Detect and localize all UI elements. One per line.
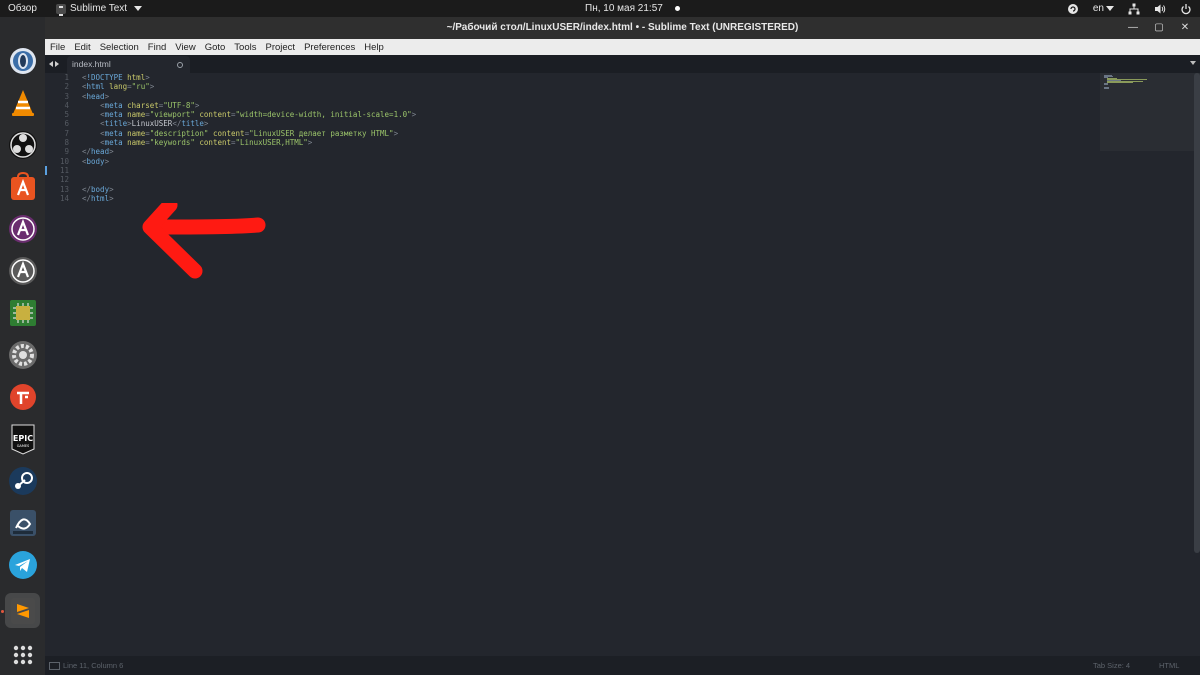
app-installer-icon[interactable]	[5, 211, 40, 246]
epic-games-icon[interactable]: EPIC GAMES	[5, 421, 40, 456]
menu-view[interactable]: View	[175, 42, 195, 53]
code-line[interactable]: <body>	[82, 157, 416, 166]
battle-net-icon[interactable]	[5, 505, 40, 540]
show-apps-icon[interactable]	[5, 637, 40, 672]
line-number-gutter: 1 2 3 4 5 6 7 8 9 10 11 12 13 14	[45, 73, 69, 656]
tab-scroll-left-icon[interactable]	[49, 61, 53, 67]
code-line[interactable]: <head>	[82, 92, 416, 101]
code-line[interactable]: </head>	[82, 147, 416, 156]
power-icon[interactable]	[1180, 3, 1192, 15]
notification-dot-icon	[674, 5, 680, 11]
tab-index-html[interactable]: index.html	[67, 56, 190, 73]
telegram-icon[interactable]	[5, 547, 40, 582]
vertical-scrollbar[interactable]	[1194, 73, 1200, 553]
menu-bar: File Edit Selection Find View Goto Tools…	[45, 39, 1200, 55]
clock[interactable]: Пн, 10 мая 21:57	[585, 0, 680, 17]
fingerprint-app-icon[interactable]	[5, 379, 40, 414]
line-number: 12	[59, 175, 69, 185]
menu-tools[interactable]: Tools	[234, 42, 256, 53]
syntax-selector[interactable]: HTML	[1159, 656, 1179, 675]
line-number: 5	[64, 110, 69, 120]
tab-scroll-right-icon[interactable]	[55, 61, 59, 67]
chevron-down-icon	[134, 6, 143, 11]
sublime-text-icon[interactable]	[5, 593, 40, 628]
line-number: 7	[64, 128, 69, 138]
minimize-button[interactable]: —	[1126, 21, 1140, 35]
cpu-monitor-icon[interactable]	[5, 295, 40, 330]
code-line[interactable]	[82, 175, 416, 184]
active-indicator	[1, 610, 4, 613]
code-editor[interactable]: 1 2 3 4 5 6 7 8 9 10 11 12 13 14 <!DOCTY…	[45, 73, 1200, 656]
menu-preferences[interactable]: Preferences	[304, 42, 355, 53]
network-icon[interactable]	[1128, 3, 1140, 15]
update-icon[interactable]	[1067, 3, 1079, 15]
maximize-button[interactable]: ▢	[1152, 21, 1166, 35]
line-number: 8	[64, 138, 69, 148]
line-number: 1	[64, 73, 69, 82]
code-line[interactable]: <meta name="keywords" content="LinuxUSER…	[82, 138, 416, 147]
app-installer-icon-2[interactable]	[5, 253, 40, 288]
steam-icon[interactable]	[5, 463, 40, 498]
tab-bar: index.html	[45, 55, 1200, 73]
red-arrow-annotation	[142, 203, 266, 279]
line-number: 3	[64, 91, 69, 101]
opera-gx-icon[interactable]	[5, 43, 40, 78]
menu-help[interactable]: Help	[364, 42, 384, 53]
line-number: 14	[59, 193, 69, 203]
code-line[interactable]: </body>	[82, 185, 416, 194]
ubuntu-software-icon[interactable]	[5, 169, 40, 204]
code-line[interactable]: <meta name="viewport" content="width=dev…	[82, 110, 416, 119]
volume-icon[interactable]	[1154, 3, 1166, 15]
line-number: 6	[64, 119, 69, 129]
line-number: 9	[64, 147, 69, 157]
line-number: 4	[64, 100, 69, 110]
menu-project[interactable]: Project	[265, 42, 295, 53]
code-line[interactable]: <meta charset="UTF-8">	[82, 101, 416, 110]
minimap[interactable]	[1100, 73, 1200, 151]
window-title: ~/Рабочий стол/LinuxUSER/index.html • - …	[446, 22, 799, 33]
line-number: 2	[64, 82, 69, 92]
settings-gear-icon[interactable]	[5, 337, 40, 372]
code-line[interactable]: <title>LinuxUSER</title>	[82, 119, 416, 128]
menu-goto[interactable]: Goto	[205, 42, 226, 53]
status-bar: Line 11, Column 6 Tab Size: 4 HTML	[45, 656, 1200, 675]
code-area[interactable]: <!DOCTYPE html> <html lang="ru"> <head> <m…	[82, 73, 416, 203]
menu-find[interactable]: Find	[148, 42, 166, 53]
tab-size-selector[interactable]: Tab Size: 4	[1093, 656, 1130, 675]
activities-button[interactable]: Обзор	[8, 0, 37, 17]
code-line[interactable]	[82, 166, 416, 175]
app-menu[interactable]: Sublime Text	[56, 0, 143, 17]
menu-selection[interactable]: Selection	[100, 42, 139, 53]
unsaved-indicator-icon[interactable]	[177, 62, 183, 68]
top-bar: Обзор Sublime Text Пн, 10 мая 21:57 en	[0, 0, 1200, 17]
language-label: en	[1092, 3, 1104, 14]
code-line[interactable]: <html lang="ru">	[82, 82, 416, 91]
svg-text:EPIC: EPIC	[12, 434, 32, 443]
sublime-mini-icon	[56, 3, 66, 16]
vlc-icon[interactable]	[5, 85, 40, 120]
code-line[interactable]: <meta name="description" content="LinuxU…	[82, 129, 416, 138]
window-titlebar[interactable]: ~/Рабочий стол/LinuxUSER/index.html • - …	[45, 17, 1200, 39]
line-number: 13	[59, 184, 69, 194]
menu-edit[interactable]: Edit	[74, 42, 90, 53]
line-number: 11	[59, 165, 69, 175]
obs-studio-icon[interactable]	[5, 127, 40, 162]
chevron-down-icon	[1106, 5, 1114, 11]
code-line[interactable]: <!DOCTYPE html>	[82, 73, 416, 82]
tab-label: index.html	[72, 59, 111, 69]
cursor-position: Line 11, Column 6	[48, 656, 123, 675]
tab-dropdown-icon[interactable]	[1190, 61, 1196, 65]
close-button[interactable]: ✕	[1178, 21, 1192, 35]
code-line[interactable]: </html>	[82, 194, 416, 203]
line-number: 10	[59, 156, 69, 166]
language-indicator[interactable]: en	[1093, 0, 1114, 17]
app-menu-label: Sublime Text	[70, 3, 128, 14]
svg-text:GAMES: GAMES	[16, 444, 29, 448]
clock-label: Пн, 10 мая 21:57	[585, 3, 663, 14]
dock: EPIC GAMES	[0, 17, 45, 675]
menu-file[interactable]: File	[50, 42, 65, 53]
system-tray[interactable]: en	[1067, 0, 1192, 17]
